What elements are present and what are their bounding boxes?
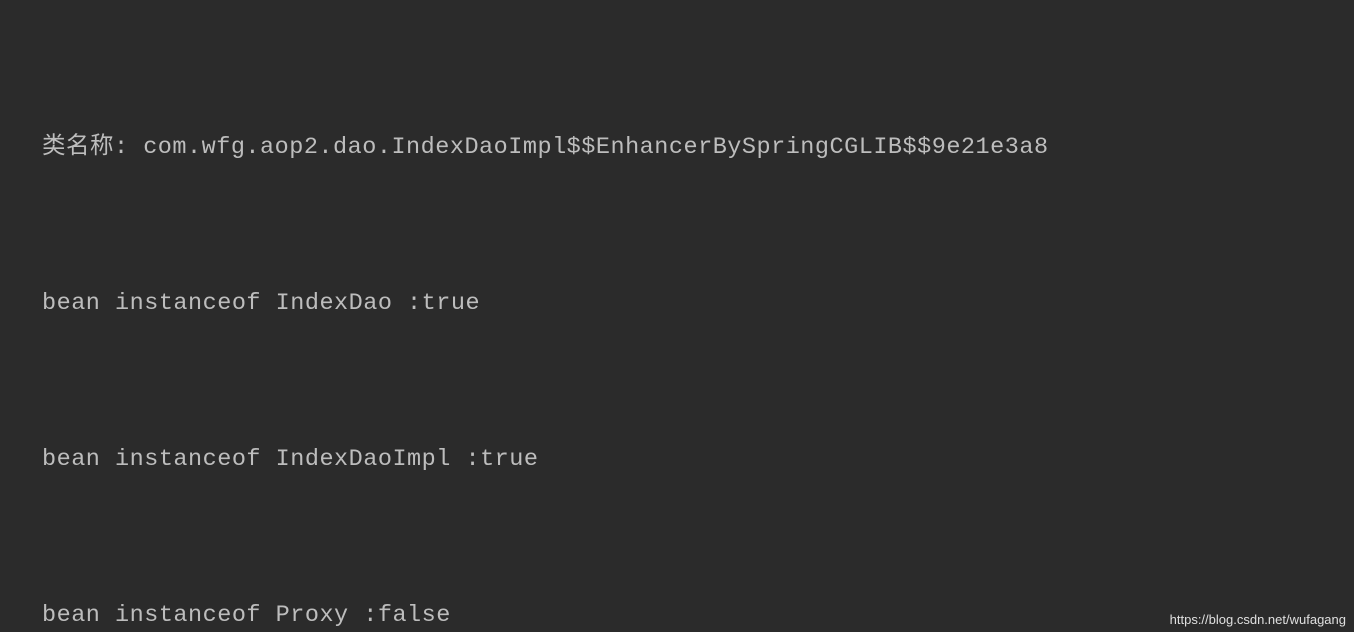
console-line: bean instanceof IndexDao :true	[42, 278, 1354, 330]
console-line: 类名称: com.wfg.aop2.dao.IndexDaoImpl$$Enha…	[42, 122, 1354, 174]
watermark-text: https://blog.csdn.net/wufagang	[1170, 613, 1346, 626]
console-text: bean instanceof Proxy :false	[42, 602, 451, 629]
console-text: bean instanceof IndexDao :true	[42, 290, 480, 317]
console-line: bean instanceof Proxy :false	[42, 590, 1354, 632]
console-text: bean instanceof IndexDaoImpl :true	[42, 446, 538, 473]
console-output: 类名称: com.wfg.aop2.dao.IndexDaoImpl$$Enha…	[0, 0, 1354, 632]
console-text: 类名称: com.wfg.aop2.dao.IndexDaoImpl$$Enha…	[42, 134, 1049, 161]
console-line: bean instanceof IndexDaoImpl :true	[42, 434, 1354, 486]
